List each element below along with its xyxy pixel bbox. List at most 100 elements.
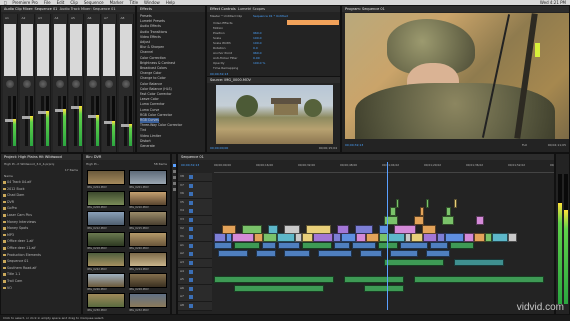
video-clip[interactable] — [476, 216, 484, 225]
effect-property-label[interactable]: Scale — [213, 36, 221, 40]
audio-clip[interactable] — [384, 259, 444, 266]
effect-property-label[interactable]: Rotation — [213, 46, 226, 50]
tab-sequence[interactable]: Sequence 01 — [181, 155, 204, 159]
project-list-item[interactable]: DVR — [7, 200, 14, 204]
track-target-icon[interactable] — [189, 304, 193, 308]
effect-property-label[interactable]: Anchor Point — [213, 51, 232, 55]
track-target-icon[interactable] — [189, 218, 193, 222]
track-target-icon[interactable] — [189, 269, 193, 274]
bin-thumbnail[interactable] — [129, 231, 167, 247]
effect-property-label[interactable]: Time Remapping — [213, 66, 238, 70]
video-clip[interactable] — [414, 216, 424, 225]
track-target-icon[interactable] — [189, 209, 193, 214]
track-target-icon[interactable] — [189, 252, 193, 257]
project-list-item[interactable]: 2012 Buck — [7, 187, 25, 191]
ripple-edit-tool-icon[interactable] — [173, 176, 176, 179]
audio-clip[interactable] — [284, 250, 310, 258]
effect-property-value[interactable]: 100.0 — [253, 36, 262, 40]
project-list-item[interactable]: Sequence 01 — [7, 259, 29, 263]
bin-thumbnail[interactable] — [87, 231, 125, 247]
project-list-item[interactable]: Money Spots — [7, 226, 28, 230]
effect-property-label[interactable]: Motion — [213, 26, 223, 30]
video-clip[interactable] — [355, 224, 373, 234]
audio-clip[interactable] — [218, 250, 248, 258]
video-clip[interactable] — [492, 233, 508, 243]
razor-tool-icon[interactable] — [173, 182, 176, 185]
tab-effect-controls[interactable]: Effect Controls — [210, 7, 236, 11]
bin-thumbnail[interactable] — [129, 293, 167, 308]
project-list-item[interactable]: MP3 — [7, 233, 14, 237]
audio-clip[interactable] — [360, 250, 382, 258]
bin-thumbnail[interactable] — [87, 272, 125, 288]
project-list-item[interactable]: Office deer 11.aif — [7, 246, 36, 250]
bin-thumbnail[interactable] — [129, 211, 167, 226]
track-target-icon[interactable] — [189, 261, 193, 265]
project-column-name[interactable]: Name — [4, 174, 13, 178]
bin-thumbnail[interactable] — [87, 190, 125, 206]
audio-clip[interactable] — [302, 241, 332, 249]
video-clip[interactable] — [337, 224, 349, 234]
audio-clip[interactable] — [262, 241, 276, 249]
effects-list-item[interactable]: Generate — [140, 144, 155, 149]
volume-fader[interactable] — [90, 96, 94, 146]
audio-clip[interactable] — [278, 241, 300, 249]
audio-clip[interactable] — [352, 241, 376, 249]
video-clip[interactable] — [426, 198, 429, 208]
audio-clip[interactable] — [364, 284, 404, 292]
track-target-icon[interactable] — [189, 200, 193, 205]
volume-fader[interactable] — [123, 96, 127, 146]
tab-bin[interactable]: Bin: DVR — [86, 155, 101, 159]
track-target-icon[interactable] — [189, 235, 193, 240]
effect-property-label[interactable]: Opacity — [213, 61, 225, 65]
pan-knob-icon[interactable] — [88, 80, 97, 88]
playhead[interactable] — [387, 162, 388, 310]
tab-project[interactable]: Project: High Plains Hit Wildwood — [4, 155, 62, 159]
effect-property-label[interactable]: Anti-flicker Filter — [213, 56, 238, 60]
pan-knob-icon[interactable] — [6, 80, 14, 88]
effect-property-value[interactable]: 100.0 % — [253, 61, 265, 65]
track-target-icon[interactable] — [189, 243, 193, 248]
project-list-item[interactable]: Trail Cam — [7, 279, 22, 283]
audio-clip[interactable] — [214, 276, 334, 284]
project-list-item[interactable]: Southern Road.aif — [7, 266, 36, 270]
tab-effects[interactable]: Effects — [140, 7, 152, 11]
audio-clip[interactable] — [234, 284, 324, 292]
audio-clip[interactable] — [318, 250, 352, 258]
project-list-item[interactable]: Laser Cam Pics — [7, 213, 32, 217]
pan-knob-icon[interactable] — [121, 80, 130, 88]
audio-clip[interactable] — [378, 241, 398, 249]
bin-thumbnail[interactable] — [129, 190, 167, 206]
audio-clip[interactable] — [214, 241, 232, 249]
effect-property-value[interactable]: 0.0 — [253, 46, 258, 50]
hand-tool-icon[interactable] — [173, 188, 176, 191]
effect-property-value[interactable]: 960.0 — [253, 31, 262, 35]
bin-thumbnail[interactable] — [129, 272, 167, 288]
tab-source[interactable]: Source: IMG_0000.MOV — [210, 78, 251, 82]
track-target-icon[interactable] — [189, 226, 193, 231]
project-list-item[interactable]: Production Elements — [7, 253, 41, 257]
effects-list-item[interactable]: Three-Way Color Corrector — [140, 123, 182, 128]
video-clip[interactable] — [446, 207, 451, 217]
effect-property-value[interactable]: 0.00 — [253, 56, 260, 60]
pan-knob-icon[interactable] — [105, 80, 113, 88]
bin-thumbnail[interactable] — [87, 252, 125, 267]
track-target-icon[interactable] — [189, 183, 193, 188]
video-clip[interactable] — [474, 233, 485, 243]
audio-clip[interactable] — [400, 241, 428, 249]
effect-property-label[interactable]: Position — [213, 31, 225, 35]
track-target-icon[interactable] — [189, 192, 193, 197]
audio-clip[interactable] — [426, 250, 450, 258]
project-list-item[interactable]: VO — [7, 286, 12, 290]
audio-clip[interactable] — [414, 276, 544, 284]
volume-fader[interactable] — [57, 96, 61, 146]
audio-clip[interactable] — [454, 259, 504, 266]
audio-clip[interactable] — [334, 241, 350, 249]
effect-property-value[interactable]: 100.0 — [253, 41, 262, 45]
selection-tool-icon[interactable] — [173, 164, 176, 167]
audio-clip[interactable] — [234, 241, 260, 249]
bin-thumbnail[interactable] — [129, 170, 167, 185]
pan-knob-icon[interactable] — [39, 80, 47, 88]
video-clip[interactable] — [284, 224, 300, 234]
video-clip[interactable] — [390, 207, 396, 217]
pan-knob-icon[interactable] — [22, 80, 31, 88]
